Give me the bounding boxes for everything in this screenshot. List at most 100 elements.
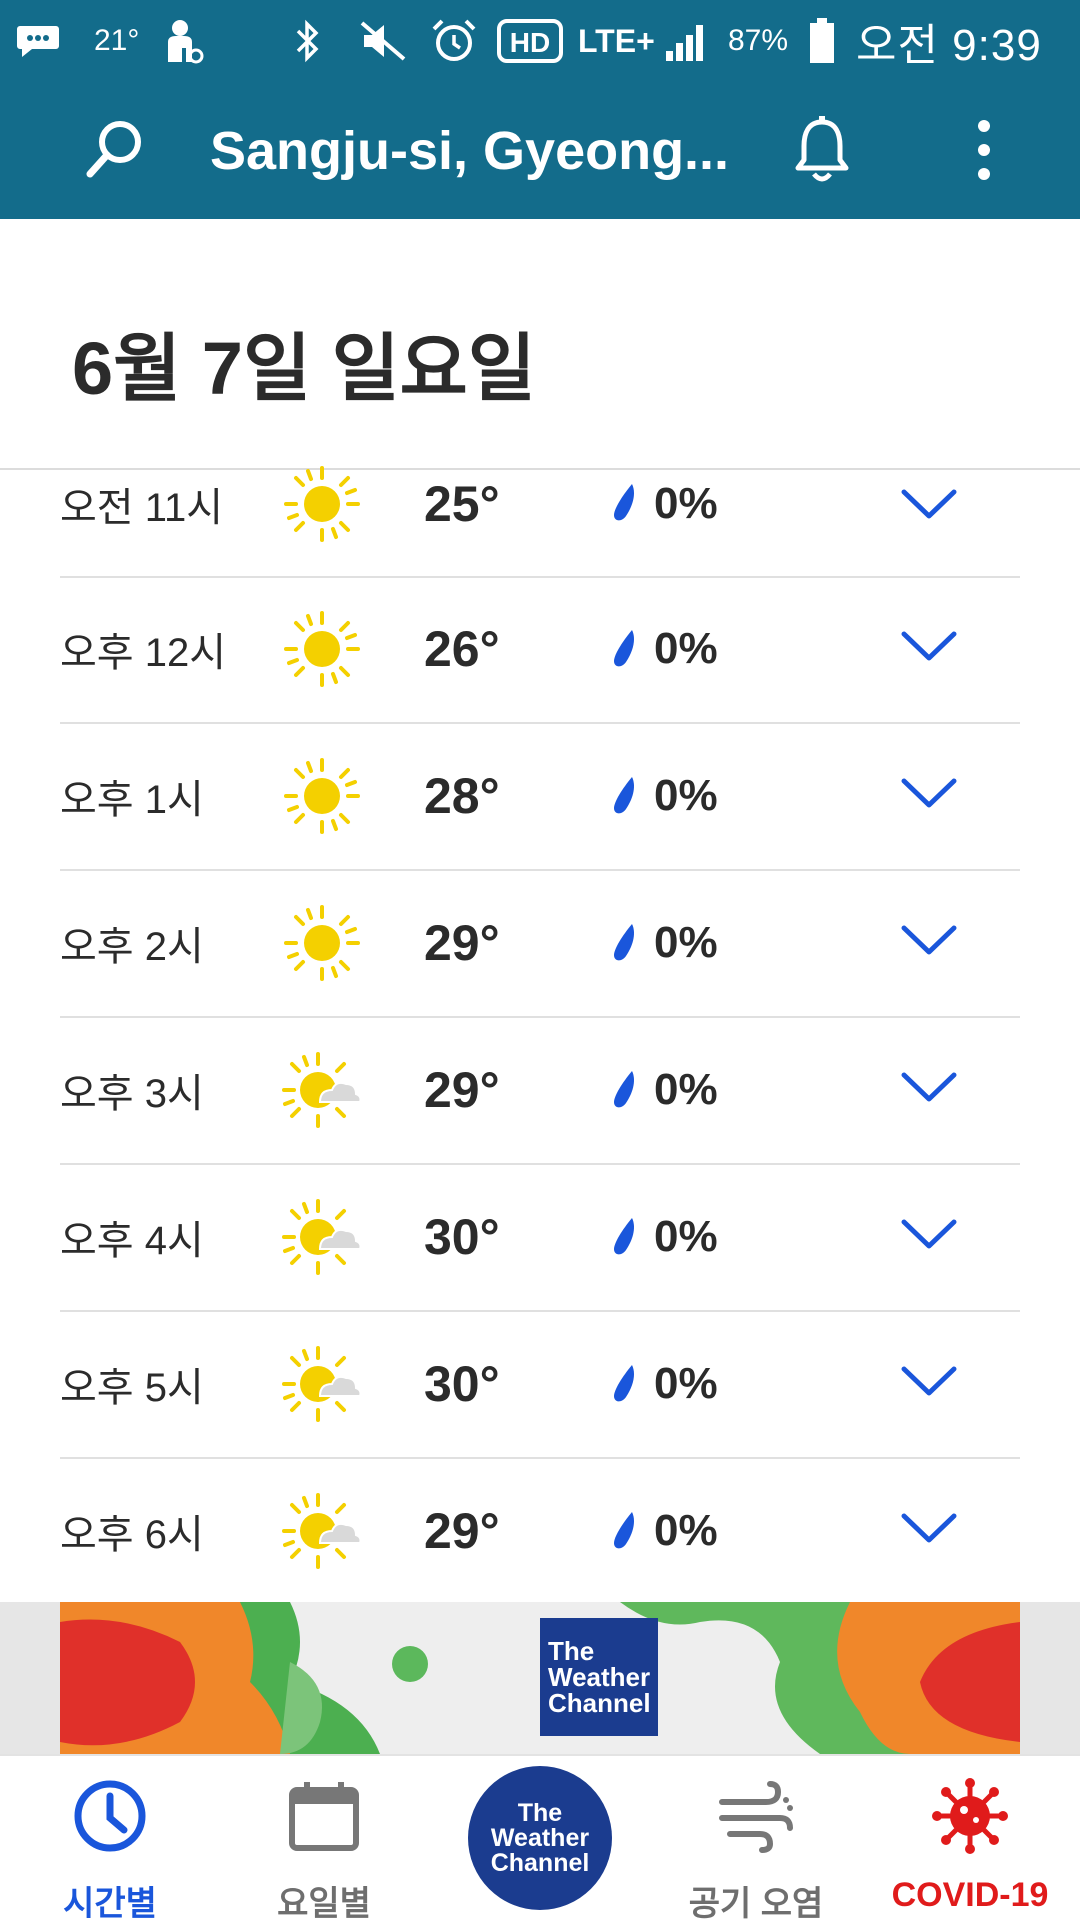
more-options-icon[interactable] [960, 110, 1008, 190]
chevron-down-icon[interactable] [900, 484, 958, 524]
tab-air-quality[interactable]: 공기 오염 [666, 1756, 846, 1923]
bell-icon[interactable] [790, 114, 854, 186]
raindrop-icon [612, 482, 638, 524]
raindrop-icon [612, 922, 638, 964]
raindrop-icon [612, 1510, 638, 1552]
tab-daily[interactable]: 요일별 [234, 1756, 414, 1923]
bottom-navigation: 시간별 요일별 The Weather Channel 공기 오염 COVID-… [0, 1754, 1080, 1923]
tab-hourly[interactable]: 시간별 [20, 1756, 200, 1923]
weather-person-icon [160, 0, 204, 82]
partly-cloudy-icon [282, 1050, 362, 1130]
bluetooth-icon [294, 0, 322, 82]
precip-chance: 0% [654, 624, 718, 673]
precip-chance: 0% [654, 771, 718, 820]
precip-chance: 0% [654, 918, 718, 967]
virus-icon [932, 1778, 1008, 1859]
hour-temperature: 28° [424, 768, 500, 824]
hour-row[interactable]: 오후 4시 30° 0% [60, 1164, 1020, 1312]
chevron-down-icon[interactable] [900, 1067, 958, 1107]
weather-channel-button[interactable]: The Weather Channel [468, 1766, 612, 1910]
hour-temperature: 29° [424, 915, 500, 971]
hour-row[interactable]: 오후 5시 30° 0% [60, 1311, 1020, 1459]
hour-row[interactable]: 오후 2시 29° 0% [60, 870, 1020, 1018]
hour-temperature: 26° [424, 621, 500, 677]
svg-text:HD: HD [510, 27, 550, 58]
hour-row[interactable]: 오후 3시 29° 0% [60, 1017, 1020, 1165]
raindrop-icon [612, 1363, 638, 1405]
calendar-icon [286, 1778, 362, 1859]
network-type: LTE+ [578, 22, 655, 59]
tab-covid[interactable]: COVID-19 [880, 1756, 1060, 1922]
hd-icon: HD [496, 0, 564, 82]
hour-temperature: 29° [424, 1062, 500, 1118]
hour-time: 오후 6시 [60, 1513, 204, 1557]
hour-row[interactable]: 오후 1시 28° 0% [60, 723, 1020, 871]
chevron-down-icon[interactable] [900, 920, 958, 960]
center-line1: The [517, 1798, 563, 1827]
precip-chance: 0% [654, 479, 718, 528]
hour-time: 오후 5시 [60, 1366, 204, 1410]
raindrop-icon [612, 1069, 638, 1111]
center-line2: Weather [490, 1823, 590, 1852]
hour-time: 오후 4시 [60, 1219, 204, 1263]
signal-icon [664, 0, 710, 82]
chevron-down-icon[interactable] [900, 626, 958, 666]
chevron-down-icon[interactable] [900, 1214, 958, 1254]
partly-cloudy-icon [282, 1344, 362, 1424]
raindrop-icon [612, 628, 638, 670]
partly-cloudy-icon [282, 1491, 362, 1571]
chevron-down-icon[interactable] [900, 1508, 958, 1548]
precip-chance: 0% [654, 1212, 718, 1261]
precip-chance: 0% [654, 1065, 718, 1114]
date-header: 6월 7일 일요일 [0, 219, 1080, 470]
hour-temperature: 29° [424, 1503, 500, 1559]
chevron-down-icon[interactable] [900, 773, 958, 813]
ad-banner[interactable]: The Weather Channel [0, 1602, 1080, 1754]
hour-time: 오후 1시 [60, 778, 204, 822]
hour-time: 오후 12시 [60, 631, 227, 675]
precip-chance: 0% [654, 1506, 718, 1555]
ad-logo-line1: The [548, 1636, 595, 1666]
ad-logo-line3: Channel [548, 1688, 651, 1718]
alarm-icon [430, 0, 478, 82]
hour-temperature: 30° [424, 1209, 500, 1265]
tab-air-quality-label: 공기 오염 [688, 1885, 824, 1923]
search-icon[interactable] [80, 114, 150, 184]
ad-radar-image[interactable]: The Weather Channel [60, 1602, 1020, 1754]
wind-icon [716, 1778, 796, 1859]
battery-percent: 87% [728, 24, 789, 57]
tab-covid-label: COVID-19 [891, 1876, 1049, 1914]
sunny-icon [282, 903, 362, 983]
date-title: 6월 7일 일요일 [72, 327, 536, 410]
hour-time: 오후 3시 [60, 1072, 204, 1116]
hour-time: 오후 2시 [60, 925, 204, 969]
hour-row[interactable]: 오후 6시 29° 0% [60, 1458, 1020, 1604]
sunny-icon [282, 464, 362, 544]
raindrop-icon [612, 775, 638, 817]
sunny-icon [282, 756, 362, 836]
chevron-down-icon[interactable] [900, 1361, 958, 1401]
message-icon [16, 0, 60, 82]
hour-row[interactable]: 오전 11시 25° 0% [60, 466, 1020, 578]
battery-icon [808, 0, 836, 82]
hour-row[interactable]: 오후 12시 26° 0% [60, 576, 1020, 724]
tab-hourly-label: 시간별 [63, 1885, 157, 1923]
weather-channel-logo[interactable]: The Weather Channel [540, 1618, 658, 1736]
hour-time: 오전 11시 [60, 486, 224, 530]
center-line3: Channel [490, 1848, 590, 1877]
raindrop-icon [612, 1216, 638, 1258]
status-temperature: 21° [94, 24, 140, 57]
clock: 오전 9:39 [856, 21, 1042, 70]
hour-temperature: 25° [424, 476, 500, 532]
tab-daily-label: 요일별 [277, 1885, 371, 1923]
app-bar: Sangju-si, Gyeong... [0, 82, 1080, 219]
status-bar: 21° HD LTE+ 87% 오전 9:39 [0, 0, 1080, 82]
sunny-icon [282, 609, 362, 689]
precip-chance: 0% [654, 1359, 718, 1408]
partly-cloudy-icon [282, 1197, 362, 1277]
ad-logo-line2: Weather [548, 1662, 651, 1692]
location-title[interactable]: Sangju-si, Gyeong... [210, 82, 740, 219]
hour-temperature: 30° [424, 1356, 500, 1412]
clock-icon [72, 1778, 148, 1859]
mute-icon [358, 0, 408, 82]
